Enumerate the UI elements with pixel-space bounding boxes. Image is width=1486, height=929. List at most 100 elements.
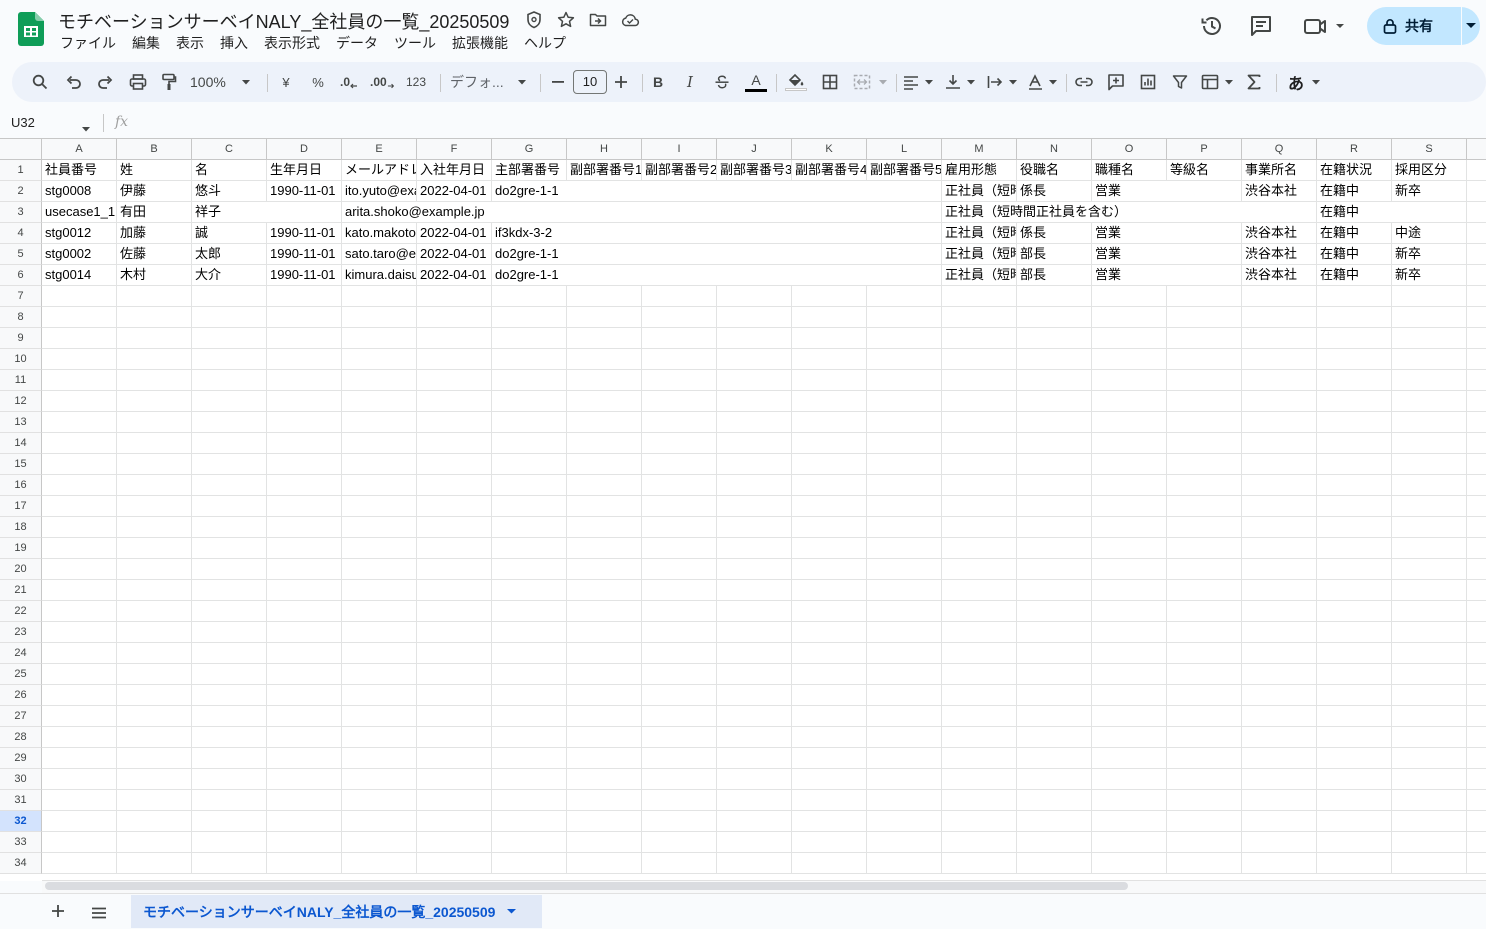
cell[interactable] [567, 853, 642, 874]
cell[interactable] [1092, 475, 1167, 496]
cell[interactable] [1317, 538, 1392, 559]
cell[interactable] [792, 538, 867, 559]
cell[interactable] [642, 853, 717, 874]
row-header[interactable]: 4 [0, 223, 42, 244]
cell[interactable] [1467, 454, 1486, 475]
cell[interactable] [792, 517, 867, 538]
cell[interactable] [567, 727, 642, 748]
cell[interactable] [42, 349, 117, 370]
cell[interactable]: 副部署番号1 [567, 160, 642, 181]
cell[interactable] [192, 727, 267, 748]
cell[interactable] [1092, 391, 1167, 412]
cell[interactable] [42, 391, 117, 412]
cell[interactable] [192, 601, 267, 622]
cell[interactable] [1092, 286, 1167, 307]
cell[interactable] [1017, 328, 1092, 349]
cell[interactable]: 在籍中 [1317, 265, 1392, 286]
cell[interactable] [1242, 370, 1317, 391]
cell[interactable] [492, 559, 567, 580]
cell[interactable]: 祥子 [192, 202, 342, 223]
cell[interactable] [1167, 622, 1242, 643]
version-history-icon[interactable] [1198, 12, 1226, 40]
cell[interactable] [1317, 307, 1392, 328]
cell[interactable] [1392, 391, 1467, 412]
cell[interactable]: 渋谷本社 [1242, 265, 1317, 286]
cell[interactable] [1017, 454, 1092, 475]
cell[interactable] [1467, 685, 1486, 706]
strikethrough-icon[interactable] [712, 72, 732, 92]
cell[interactable] [1242, 622, 1317, 643]
fill-color-icon[interactable] [784, 72, 808, 92]
cell[interactable] [567, 811, 642, 832]
cell[interactable]: kimura.daisuke@example.jp [342, 265, 417, 286]
cell[interactable] [1092, 412, 1167, 433]
cell[interactable]: 副部署番号4 [792, 160, 867, 181]
cell[interactable] [942, 748, 1017, 769]
cell[interactable] [342, 685, 417, 706]
cell[interactable] [1092, 706, 1167, 727]
menu-help[interactable]: ヘルプ [522, 34, 574, 52]
document-title[interactable]: モチベーションサーベイNALY_全社員の一覧_20250509 [58, 8, 509, 34]
cell[interactable] [1017, 286, 1092, 307]
cell[interactable] [792, 685, 867, 706]
cell[interactable] [717, 580, 792, 601]
cell[interactable]: 悠斗 [192, 181, 267, 202]
row-header[interactable]: 16 [0, 475, 42, 496]
cell[interactable] [1242, 538, 1317, 559]
cell[interactable] [1392, 307, 1467, 328]
cell[interactable] [117, 328, 192, 349]
cell[interactable] [942, 832, 1017, 853]
more-formats-button[interactable]: 123 [404, 72, 428, 92]
cell[interactable] [42, 328, 117, 349]
cell[interactable] [1467, 580, 1486, 601]
cell[interactable]: 1990-11-01 [267, 265, 342, 286]
cell[interactable] [42, 580, 117, 601]
cell[interactable] [267, 727, 342, 748]
cell[interactable] [867, 496, 942, 517]
cell[interactable] [417, 580, 492, 601]
text-rotation-icon[interactable] [1026, 72, 1060, 92]
cell[interactable]: 加藤 [117, 223, 192, 244]
cell[interactable]: 職種名 [1092, 160, 1167, 181]
cell[interactable] [867, 307, 942, 328]
currency-format-button[interactable]: ¥ [276, 72, 296, 92]
cell[interactable] [417, 790, 492, 811]
cell[interactable] [117, 769, 192, 790]
cell[interactable] [642, 832, 717, 853]
cell[interactable] [567, 622, 642, 643]
row-header[interactable]: 12 [0, 391, 42, 412]
cell[interactable] [867, 370, 942, 391]
cell[interactable] [1467, 307, 1486, 328]
cell[interactable] [642, 559, 717, 580]
cell[interactable] [1017, 664, 1092, 685]
cell[interactable] [1467, 223, 1486, 244]
cell[interactable] [1317, 349, 1392, 370]
cell[interactable] [492, 811, 567, 832]
cell[interactable] [267, 349, 342, 370]
cell[interactable] [492, 328, 567, 349]
row-header[interactable]: 10 [0, 349, 42, 370]
cell[interactable] [417, 685, 492, 706]
cell[interactable] [1017, 580, 1092, 601]
cell[interactable] [942, 496, 1017, 517]
column-header[interactable]: G [492, 139, 567, 160]
cell[interactable] [1392, 622, 1467, 643]
cell[interactable] [792, 559, 867, 580]
cell[interactable] [1392, 748, 1467, 769]
menu-file[interactable]: ファイル [58, 34, 124, 52]
row-header[interactable]: 5 [0, 244, 42, 265]
share-button[interactable]: 共有 [1367, 7, 1480, 45]
cell[interactable] [267, 286, 342, 307]
cell[interactable] [792, 601, 867, 622]
cell[interactable] [942, 538, 1017, 559]
menu-edit[interactable]: 編集 [130, 34, 168, 52]
cell[interactable] [342, 559, 417, 580]
cell[interactable] [42, 307, 117, 328]
cell[interactable]: 在籍中 [1317, 244, 1392, 265]
cell[interactable] [1092, 643, 1167, 664]
cell[interactable] [1317, 412, 1392, 433]
cell[interactable] [717, 391, 792, 412]
cell[interactable] [1467, 643, 1486, 664]
cell[interactable] [942, 517, 1017, 538]
cell[interactable]: 佐藤 [117, 244, 192, 265]
